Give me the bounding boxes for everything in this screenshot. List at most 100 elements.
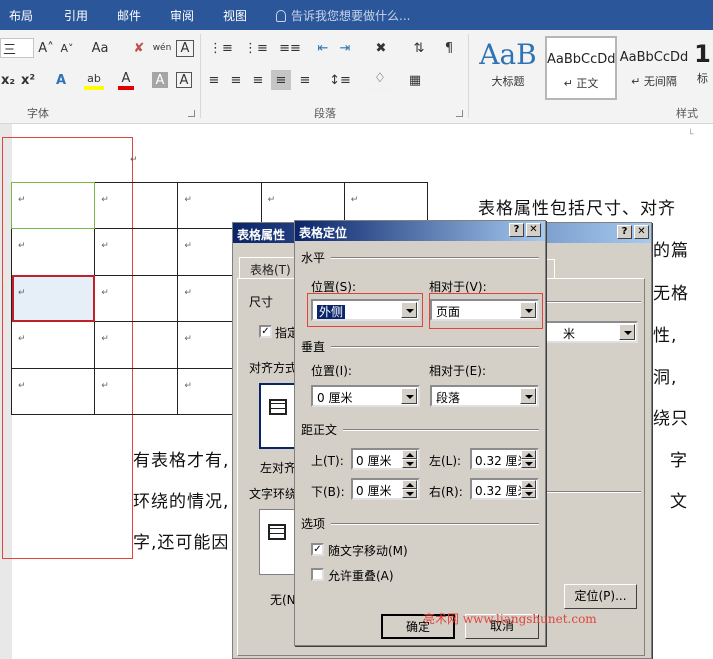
- dist-top-label: 上(T):: [311, 454, 344, 468]
- tab-references[interactable]: 引用: [64, 7, 88, 24]
- bullets-icon[interactable]: ⋮≡: [205, 38, 237, 58]
- spin-down-icon[interactable]: [402, 459, 417, 468]
- style-caption: ↵ 正文: [563, 77, 599, 90]
- highlight-icon[interactable]: ab: [84, 70, 104, 90]
- margin-corner-mark: └: [688, 130, 694, 140]
- subscript-icon[interactable]: x₂: [0, 70, 16, 90]
- group-separator: [468, 34, 469, 118]
- font-size-combo[interactable]: 三: [0, 38, 34, 58]
- align-center-icon[interactable]: ≡: [227, 70, 245, 90]
- dialog-titlebar: 表格定位: [295, 221, 545, 241]
- table-cell[interactable]: ↵: [94, 228, 179, 276]
- multilevel-list-icon[interactable]: ≡≡: [274, 38, 306, 58]
- separator: [343, 429, 539, 431]
- grow-font-icon[interactable]: A˄: [38, 38, 54, 58]
- help-icon[interactable]: ?: [509, 223, 524, 237]
- tab-table[interactable]: 表格(T): [239, 257, 297, 279]
- dist-right-spinner[interactable]: 0.32 厘米: [470, 478, 539, 500]
- help-icon[interactable]: ?: [617, 225, 632, 239]
- table-cell[interactable]: ↵: [10, 228, 96, 276]
- table-cell[interactable]: ↵: [94, 274, 179, 323]
- decrease-indent-icon[interactable]: ⇤: [314, 38, 332, 58]
- dist-bottom-spinner[interactable]: 0 厘米: [351, 478, 420, 500]
- dist-top-spinner[interactable]: 0 厘米: [351, 448, 420, 470]
- enclose-char-icon[interactable]: A: [176, 40, 194, 57]
- font-dialog-launcher-icon[interactable]: [188, 110, 195, 117]
- change-case-icon[interactable]: Aa: [86, 38, 114, 58]
- body-text-line: 字: [670, 451, 688, 471]
- dist-left-spinner[interactable]: 0.32 厘米: [470, 448, 539, 470]
- v-relative-combo[interactable]: 段落: [430, 385, 539, 407]
- v-position-label: 位置(I):: [311, 364, 352, 378]
- line-spacing-icon[interactable]: ↕≡: [326, 70, 354, 90]
- increase-indent-icon[interactable]: ⇥: [336, 38, 354, 58]
- table-cell[interactable]: ↵: [94, 321, 179, 369]
- align-right-icon[interactable]: ≡: [249, 70, 267, 90]
- spin-up-icon[interactable]: [521, 450, 536, 459]
- allow-overlap-checkbox[interactable]: [311, 568, 324, 581]
- spin-up-icon[interactable]: [402, 480, 417, 489]
- tell-me-text: 告诉我您想要做什么...: [291, 9, 411, 23]
- close-icon[interactable]: ✕: [526, 223, 541, 237]
- shrink-font-icon[interactable]: A˅: [59, 38, 75, 58]
- spin-down-icon[interactable]: [521, 459, 536, 468]
- justify-icon[interactable]: ≡: [271, 70, 291, 90]
- style-normal[interactable]: AaBbCcDd ↵ 正文: [545, 36, 617, 100]
- numbering-icon[interactable]: ⋮≡: [240, 38, 272, 58]
- body-text-line: 字,还可能因: [133, 533, 230, 553]
- style-title[interactable]: AaB 大标题: [472, 36, 544, 100]
- spin-down-icon[interactable]: [521, 489, 536, 498]
- dropdown-arrow-icon: [520, 302, 536, 318]
- tell-me-box[interactable]: 告诉我您想要做什么...: [276, 7, 410, 24]
- table-cell[interactable]: ↵: [10, 367, 96, 416]
- move-with-text-checkbox[interactable]: ✓: [311, 543, 324, 556]
- combo-value: 米: [563, 327, 576, 341]
- show-marks-icon[interactable]: ¶: [440, 38, 458, 58]
- char-shading-icon[interactable]: A: [152, 72, 168, 88]
- tab-view[interactable]: 视图: [223, 7, 247, 24]
- table-cell[interactable]: ↵: [94, 181, 179, 230]
- spin-down-icon[interactable]: [402, 489, 417, 498]
- specify-width-checkbox[interactable]: ✓: [259, 325, 272, 338]
- clear-format-icon[interactable]: ✘: [130, 38, 148, 58]
- style-heading[interactable]: 1 标: [692, 36, 713, 100]
- font-color-icon[interactable]: A: [118, 70, 134, 90]
- paragraph-dialog-launcher-icon[interactable]: [456, 110, 463, 117]
- style-no-spacing[interactable]: AaBbCcDd ↵ 无间隔: [618, 36, 690, 100]
- dialog-title: 表格定位: [299, 226, 348, 240]
- h-position-combo[interactable]: 外侧: [311, 299, 420, 321]
- width-unit-combo[interactable]: 米: [543, 321, 638, 343]
- body-text-line: 洞,: [653, 368, 678, 388]
- sort-icon[interactable]: ⇅: [410, 38, 428, 58]
- align-left-icon: [269, 399, 287, 415]
- close-icon[interactable]: ✕: [634, 225, 649, 239]
- table-cell-selected[interactable]: ↵: [10, 274, 96, 323]
- spin-up-icon[interactable]: [521, 480, 536, 489]
- table-cell[interactable]: ↵: [10, 321, 96, 369]
- phonetic-guide-icon[interactable]: wén: [151, 38, 173, 58]
- borders-icon[interactable]: ▦: [402, 70, 428, 90]
- table-cell[interactable]: ↵: [94, 367, 179, 416]
- h-relative-combo[interactable]: 页面: [430, 299, 539, 321]
- lightbulb-icon: [276, 10, 286, 22]
- superscript-icon[interactable]: x²: [20, 70, 36, 90]
- char-border-icon[interactable]: A: [176, 72, 192, 88]
- shading-icon[interactable]: ♢: [366, 70, 394, 90]
- align-left-icon[interactable]: ≡: [205, 70, 223, 90]
- spin-up-icon[interactable]: [402, 450, 417, 459]
- tab-review[interactable]: 审阅: [170, 7, 194, 24]
- v-position-combo[interactable]: 0 厘米: [311, 385, 420, 407]
- style-preview: AaBbCcDd: [547, 52, 616, 67]
- distributed-icon[interactable]: ≡: [296, 70, 314, 90]
- text-effect-icon[interactable]: A: [52, 70, 70, 90]
- tab-layout[interactable]: 布局: [9, 7, 33, 24]
- body-text-line: 文: [670, 492, 688, 512]
- dist-bottom-label: 下(B):: [311, 485, 345, 499]
- spinner-value: 0 厘米: [356, 484, 392, 498]
- style-caption: 大标题: [491, 75, 525, 88]
- tab-mailings[interactable]: 邮件: [117, 7, 141, 24]
- position-button[interactable]: 定位(P)...: [564, 584, 637, 609]
- table-cell[interactable]: ↵: [10, 181, 96, 230]
- allow-overlap-label: 允许重叠(A): [328, 569, 394, 583]
- chinese-layout-icon[interactable]: ✖: [368, 38, 394, 58]
